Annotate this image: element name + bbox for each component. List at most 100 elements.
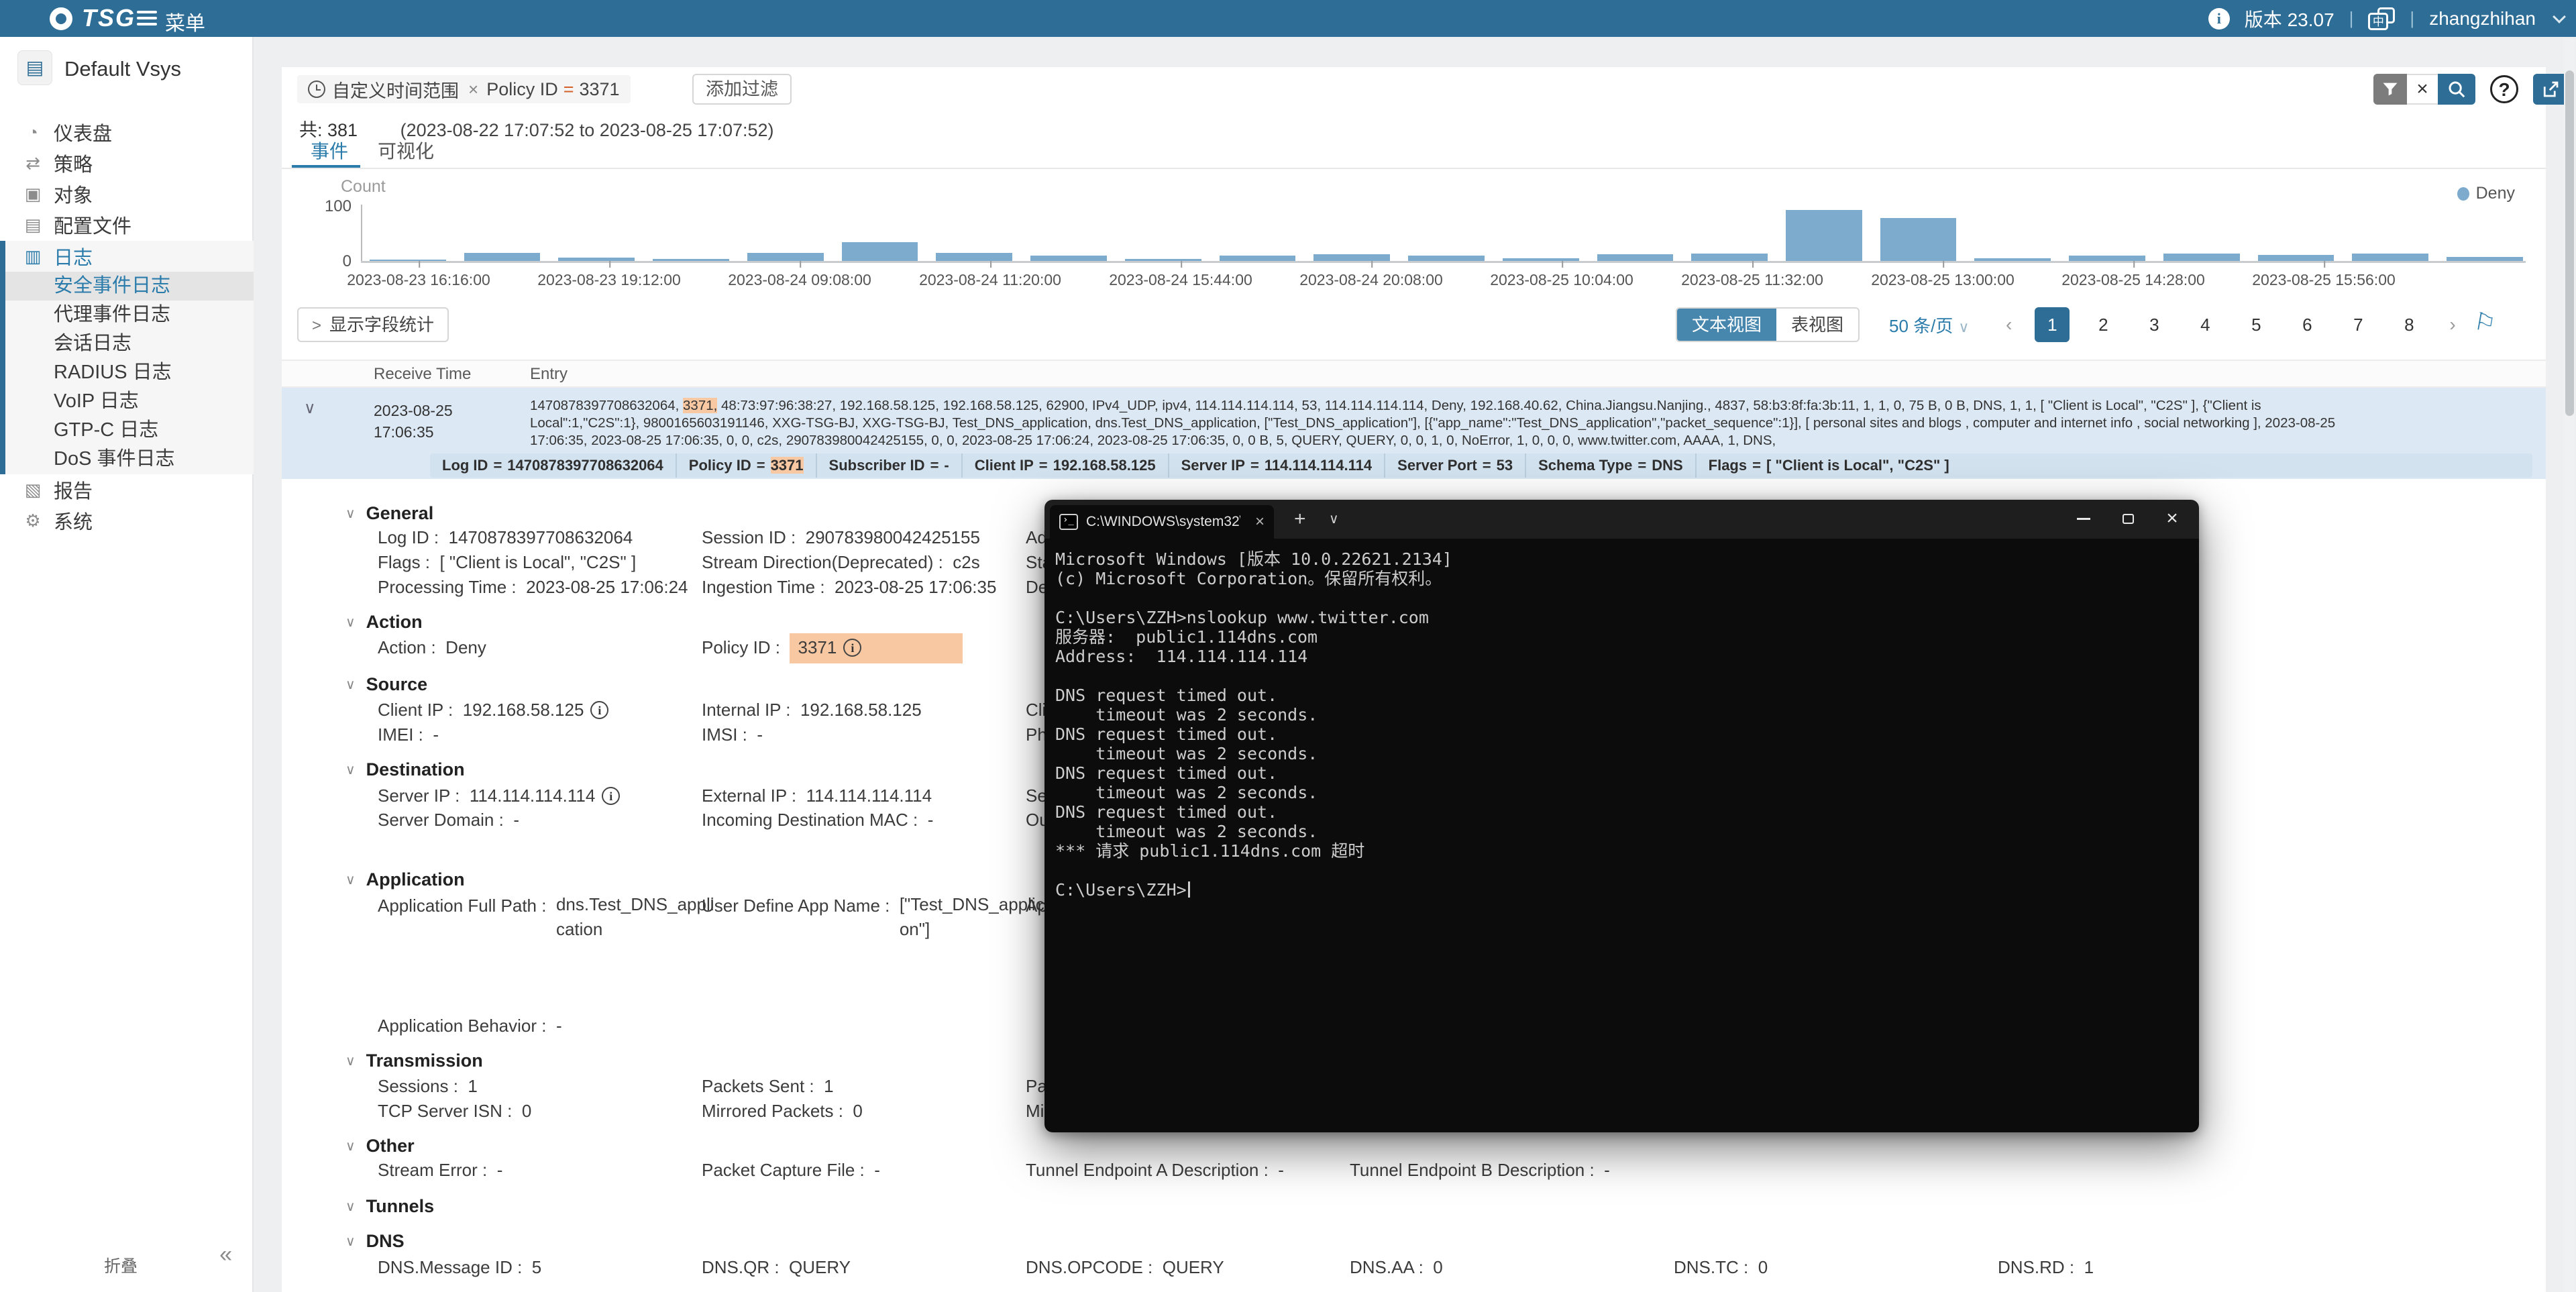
detail-section-header[interactable]: ∨ Destination bbox=[345, 757, 465, 782]
detail-section-header[interactable]: ∨ DNS bbox=[345, 1229, 405, 1253]
entry-cell: 1470878397708632064, 3371, 48:73:97:96:3… bbox=[530, 397, 2368, 449]
sidebar-item[interactable]: ◔ 仪表盘 bbox=[0, 117, 254, 148]
chevron-down-icon[interactable] bbox=[2553, 10, 2566, 23]
chart-bar[interactable] bbox=[1691, 254, 1768, 261]
sidebar-item[interactable]: ⇄ 策略 bbox=[0, 148, 254, 178]
detail-section-header[interactable]: ∨ Action bbox=[345, 610, 423, 634]
chart-bar[interactable] bbox=[842, 242, 918, 261]
page-button[interactable]: 8 bbox=[2392, 307, 2426, 342]
terminal-tab[interactable]: C:\WINDOWS\system32\cmd. × bbox=[1050, 505, 1274, 539]
detail-section-header[interactable]: ∨ Transmission bbox=[345, 1048, 483, 1073]
chart-bar[interactable] bbox=[2352, 254, 2428, 261]
detail-section-header[interactable]: ∨ Source bbox=[345, 672, 427, 696]
chart-bar[interactable] bbox=[1313, 254, 1390, 261]
page-size-select[interactable]: 50 条/页∨ bbox=[1889, 313, 1969, 337]
chart-bar[interactable] bbox=[2258, 255, 2334, 261]
sidebar-subitem[interactable]: GTP-C 日志 bbox=[0, 416, 254, 445]
sidebar-subitem[interactable]: 安全事件日志 bbox=[0, 272, 254, 301]
menu-button[interactable]: 菜单 bbox=[165, 7, 205, 36]
terminal-line: 服务器: public1.114dns.com bbox=[1055, 627, 2199, 647]
highlighted-policy-id: 3371, bbox=[683, 398, 717, 413]
new-tab-button[interactable]: + bbox=[1294, 508, 1306, 531]
maximize-button[interactable] bbox=[2106, 500, 2150, 537]
info-icon[interactable]: i bbox=[843, 639, 861, 657]
cmd-terminal-window[interactable]: C:\WINDOWS\system32\cmd. × + ∨ × Microso… bbox=[1044, 500, 2199, 1132]
terminal-output[interactable]: Microsoft Windows [版本 10.0.22621.2134](c… bbox=[1044, 539, 2199, 1132]
page-button[interactable]: 3 bbox=[2137, 307, 2171, 342]
pin-icon[interactable]: ⚐ bbox=[2472, 307, 2498, 339]
log-row-selected[interactable]: ∨ 2023-08-25 17:06:35 147087839770863206… bbox=[282, 388, 2546, 479]
chart-bar[interactable] bbox=[2069, 256, 2145, 261]
sidebar-item[interactable]: ▣ 对象 bbox=[0, 178, 254, 209]
export-button[interactable] bbox=[2533, 74, 2568, 105]
text-cursor bbox=[1188, 881, 1190, 898]
version-info-icon[interactable]: i bbox=[2208, 8, 2230, 30]
page-button[interactable]: 2 bbox=[2086, 307, 2121, 342]
collapse-sidebar-button[interactable]: 折叠 bbox=[104, 1253, 138, 1277]
search-button[interactable] bbox=[2438, 74, 2475, 105]
detail-section-header[interactable]: ∨ General bbox=[345, 501, 433, 525]
prev-page-button[interactable]: ‹ bbox=[1999, 314, 2019, 335]
chart-bar[interactable] bbox=[1220, 256, 1296, 261]
chart-bar[interactable] bbox=[1408, 256, 1485, 261]
sidebar-item-icon: ◔ bbox=[23, 122, 43, 143]
x-tick-label: 2023-08-25 14:28:00 bbox=[2061, 263, 2205, 281]
terminal-title-bar[interactable]: C:\WINDOWS\system32\cmd. × + ∨ × bbox=[1044, 500, 2199, 539]
page-button[interactable]: 4 bbox=[2188, 307, 2222, 342]
minimize-button[interactable] bbox=[2061, 500, 2106, 537]
detail-section-header[interactable]: ∨ Tunnels bbox=[345, 1194, 434, 1218]
detail-section-header[interactable]: ∨ Other bbox=[345, 1134, 415, 1158]
language-switch-icon[interactable]: 中 bbox=[2368, 7, 2395, 30]
policy-filter-chip[interactable]: × Policy ID = 3371 bbox=[458, 75, 631, 103]
sidebar-item[interactable]: ▤ 配置文件 bbox=[0, 209, 254, 240]
detail-section-header[interactable]: ∨ Application bbox=[345, 867, 465, 892]
time-range-chip[interactable]: 自定义时间范围 bbox=[297, 75, 470, 103]
time-range-text: (2023-08-22 17:07:52 to 2023-08-25 17:07… bbox=[400, 120, 774, 140]
table-view-button[interactable]: 表视图 bbox=[1776, 309, 1858, 341]
scrollbar-thumb[interactable] bbox=[2565, 70, 2574, 416]
chart-bar[interactable] bbox=[1030, 256, 1107, 261]
show-field-stats-button[interactable]: >显示字段统计 bbox=[297, 307, 449, 342]
detail-field: Sessions1 bbox=[378, 1076, 702, 1097]
chart-bar[interactable] bbox=[936, 253, 1012, 261]
filter-funnel-button[interactable] bbox=[2373, 74, 2407, 105]
close-window-button[interactable]: × bbox=[2150, 500, 2194, 537]
sidebar-subitem[interactable]: 代理事件日志 bbox=[0, 301, 254, 329]
page-button[interactable]: 5 bbox=[2239, 307, 2273, 342]
page-button[interactable]: 7 bbox=[2341, 307, 2375, 342]
chart-bar[interactable] bbox=[2163, 254, 2240, 261]
chart-bar[interactable] bbox=[1880, 218, 1957, 261]
tab-dropdown-icon[interactable]: ∨ bbox=[1329, 510, 1339, 527]
sidebar-subitem[interactable]: 会话日志 bbox=[0, 329, 254, 358]
add-filter-button[interactable]: 添加过滤 bbox=[692, 74, 792, 105]
page-button[interactable]: 6 bbox=[2290, 307, 2324, 342]
sidebar-subitem[interactable]: DoS 事件日志 bbox=[0, 445, 254, 474]
close-tab-icon[interactable]: × bbox=[1255, 513, 1265, 531]
user-menu[interactable]: zhangzhihan bbox=[2429, 8, 2536, 30]
sidebar-subitem[interactable]: VoIP 日志 bbox=[0, 387, 254, 416]
chart-bar[interactable] bbox=[747, 253, 824, 261]
row-expand-icon[interactable]: ∨ bbox=[304, 398, 316, 418]
chart-bar[interactable] bbox=[1786, 210, 1862, 261]
sidebar-item[interactable]: ▧ 报告 bbox=[0, 474, 254, 505]
page-button[interactable]: 1 bbox=[2035, 307, 2070, 342]
detail-field: DNS.RD1 bbox=[1998, 1257, 2322, 1278]
info-icon[interactable]: i bbox=[590, 701, 608, 719]
collapse-arrows-icon[interactable]: « bbox=[219, 1242, 232, 1268]
sidebar-item-logs[interactable]: ▥ 日志 bbox=[0, 241, 254, 272]
sidebar-item[interactable]: ⚙ 系统 bbox=[0, 505, 254, 536]
sidebar-subitem[interactable]: RADIUS 日志 bbox=[0, 358, 254, 387]
next-page-button[interactable]: › bbox=[2443, 314, 2462, 335]
terminal-line: C:\Users\ZZH>nslookup www.twitter.com bbox=[1055, 608, 2199, 627]
remove-filter-icon[interactable]: × bbox=[468, 79, 478, 100]
help-button[interactable]: ? bbox=[2490, 75, 2518, 103]
x-tick-label: 2023-08-25 15:56:00 bbox=[2252, 263, 2396, 281]
detail-field: DNS.TC0 bbox=[1674, 1257, 1998, 1278]
chart-bar[interactable] bbox=[1597, 254, 1674, 261]
hamburger-menu-icon[interactable] bbox=[137, 11, 157, 27]
clear-filter-button[interactable]: × bbox=[2407, 74, 2438, 105]
text-view-button[interactable]: 文本视图 bbox=[1677, 309, 1776, 341]
info-icon[interactable]: i bbox=[602, 787, 620, 805]
vsys-selector[interactable]: ▤ Default Vsys bbox=[0, 50, 254, 91]
chart-bar[interactable] bbox=[464, 253, 541, 261]
